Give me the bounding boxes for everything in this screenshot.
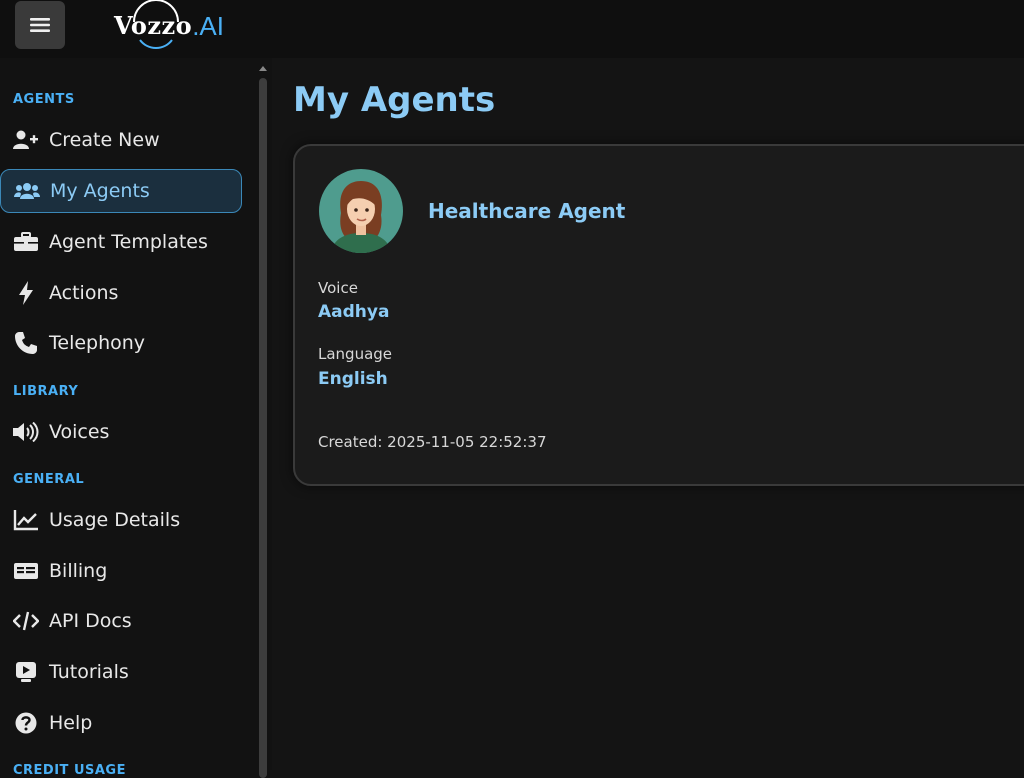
sidebar-item-label: My Agents — [50, 180, 150, 202]
section-general: GENERAL — [13, 472, 85, 487]
voice-value: Aadhya — [318, 302, 390, 322]
top-bar: Vozzo .AI — [0, 0, 1024, 58]
question-circle-icon — [13, 711, 39, 735]
hamburger-icon — [30, 18, 50, 32]
section-credit-usage: CREDIT USAGE — [13, 763, 126, 778]
video-icon — [13, 660, 39, 684]
code-icon — [13, 609, 39, 633]
brand-logo[interactable]: Vozzo .AI — [114, 0, 224, 49]
language-label: Language — [318, 345, 393, 363]
agent-card[interactable]: Healthcare Agent Voice Aadhya Language E… — [293, 144, 1024, 486]
sidebar-item-my-agents[interactable]: My Agents — [0, 169, 242, 213]
sidebar-scrollbar[interactable] — [258, 66, 268, 778]
hamburger-menu-button[interactable] — [15, 1, 65, 49]
sidebar-item-api-docs[interactable]: API Docs — [0, 599, 242, 643]
sidebar-item-label: API Docs — [49, 610, 132, 632]
sidebar-item-label: Agent Templates — [49, 231, 208, 253]
sidebar-item-voices[interactable]: Voices — [0, 410, 242, 454]
sidebar-item-agent-templates[interactable]: Agent Templates — [0, 220, 242, 264]
sidebar-item-label: Help — [49, 712, 93, 734]
sidebar: AGENTS Create New My Agents Agent Templa… — [0, 58, 272, 778]
section-library: LIBRARY — [13, 384, 79, 399]
sidebar-item-create-new[interactable]: Create New — [0, 118, 242, 162]
main-content: My Agents Healthcare Agent Voice Aadhya … — [272, 58, 1024, 770]
sidebar-item-label: Actions — [49, 282, 119, 304]
sidebar-item-label: Create New — [49, 129, 160, 151]
sidebar-item-label: Telephony — [49, 332, 146, 354]
agent-name[interactable]: Healthcare Agent — [428, 199, 625, 223]
sidebar-item-telephony[interactable]: Telephony — [0, 321, 242, 365]
phone-icon — [13, 331, 39, 355]
language-value: English — [318, 369, 388, 389]
sidebar-item-tutorials[interactable]: Tutorials — [0, 650, 242, 694]
line-chart-icon — [13, 508, 39, 532]
created-timestamp: Created: 2025-11-05 22:52:37 — [318, 433, 547, 451]
agent-avatar — [319, 169, 403, 253]
sidebar-item-label: Billing — [49, 560, 108, 582]
bolt-icon — [13, 281, 39, 305]
section-agents: AGENTS — [13, 92, 75, 107]
sidebar-item-label: Usage Details — [49, 509, 181, 531]
briefcase-icon — [13, 230, 39, 254]
scrollbar-thumb[interactable] — [259, 78, 267, 778]
sidebar-item-billing[interactable]: Billing — [0, 549, 242, 593]
users-icon — [14, 179, 40, 203]
id-card-icon — [13, 559, 39, 583]
sidebar-item-actions[interactable]: Actions — [0, 271, 242, 315]
scroll-up-arrow-icon[interactable] — [259, 66, 267, 71]
sidebar-item-help[interactable]: Help — [0, 701, 242, 745]
page-title: My Agents — [293, 80, 496, 120]
sidebar-item-label: Tutorials — [49, 661, 129, 683]
sidebar-item-usage-details[interactable]: Usage Details — [0, 498, 242, 542]
logo-arc-icon — [133, 0, 179, 49]
sidebar-item-label: Voices — [49, 421, 110, 443]
user-plus-icon — [13, 128, 39, 152]
brand-suffix: .AI — [192, 11, 224, 41]
voice-label: Voice — [318, 279, 358, 297]
volume-icon — [13, 420, 39, 444]
